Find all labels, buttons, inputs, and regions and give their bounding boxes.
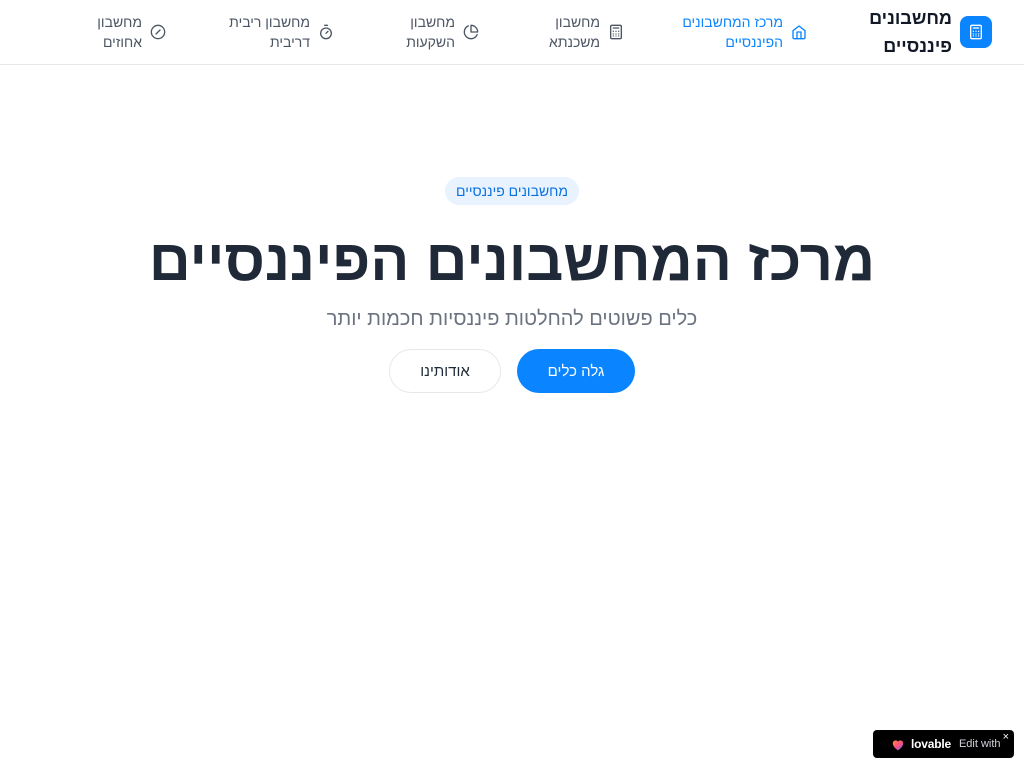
nav-label: מחשבון ריבית דריבית [229,14,310,50]
calculator-icon [960,16,992,48]
nav-item-percent-calculator[interactable]: מחשבון אחוזים [92,12,166,52]
brand[interactable]: מחשבונים פיננסיים [869,4,992,60]
lovable-brand: lovable [911,737,951,751]
page-title: מרכז המחשבונים הפיננסיים [148,228,876,293]
lovable-heart-icon [891,737,907,751]
nav-label: מרכז המחשבונים הפיננסיים [682,14,783,50]
discover-tools-button[interactable]: גלה כלים [517,349,635,393]
about-us-button[interactable]: אודותינו [389,349,501,393]
pie-chart-icon [463,24,479,40]
nav-item-financial-center[interactable]: מרכז המחשבונים הפיננסיים [673,12,807,52]
lovable-edit-label: Edit with [958,738,1001,750]
nav-item-mortgage-calculator[interactable]: מחשבון משכנתא [540,12,624,52]
home-icon [791,24,807,40]
nav-label: מחשבון אחוזים [97,14,142,50]
top-navbar: מחשבונים פיננסיים מרכז המחשבונים הפיננסי… [0,0,1024,65]
brand-name: מחשבונים פיננסיים [869,8,952,56]
calculator-icon [608,24,624,40]
nav-label: מחשבון משכנתא [549,14,600,50]
percent-icon [150,24,166,40]
page-subtitle: כלים פשוטים להחלטות פיננסיות חכמות יותר [326,308,698,330]
hero-badge: מחשבונים פיננסיים [445,177,579,205]
nav-item-investment-calculator[interactable]: מחשבון השקעות [395,12,479,52]
edit-with-lovable-badge[interactable]: lovable Edit with × [873,730,1014,758]
close-icon[interactable]: × [1003,731,1009,743]
timer-icon [318,24,334,40]
nav-label: מחשבון השקעות [406,14,455,50]
nav-item-compound-interest-calculator[interactable]: מחשבון ריבית דריבית [220,12,334,52]
